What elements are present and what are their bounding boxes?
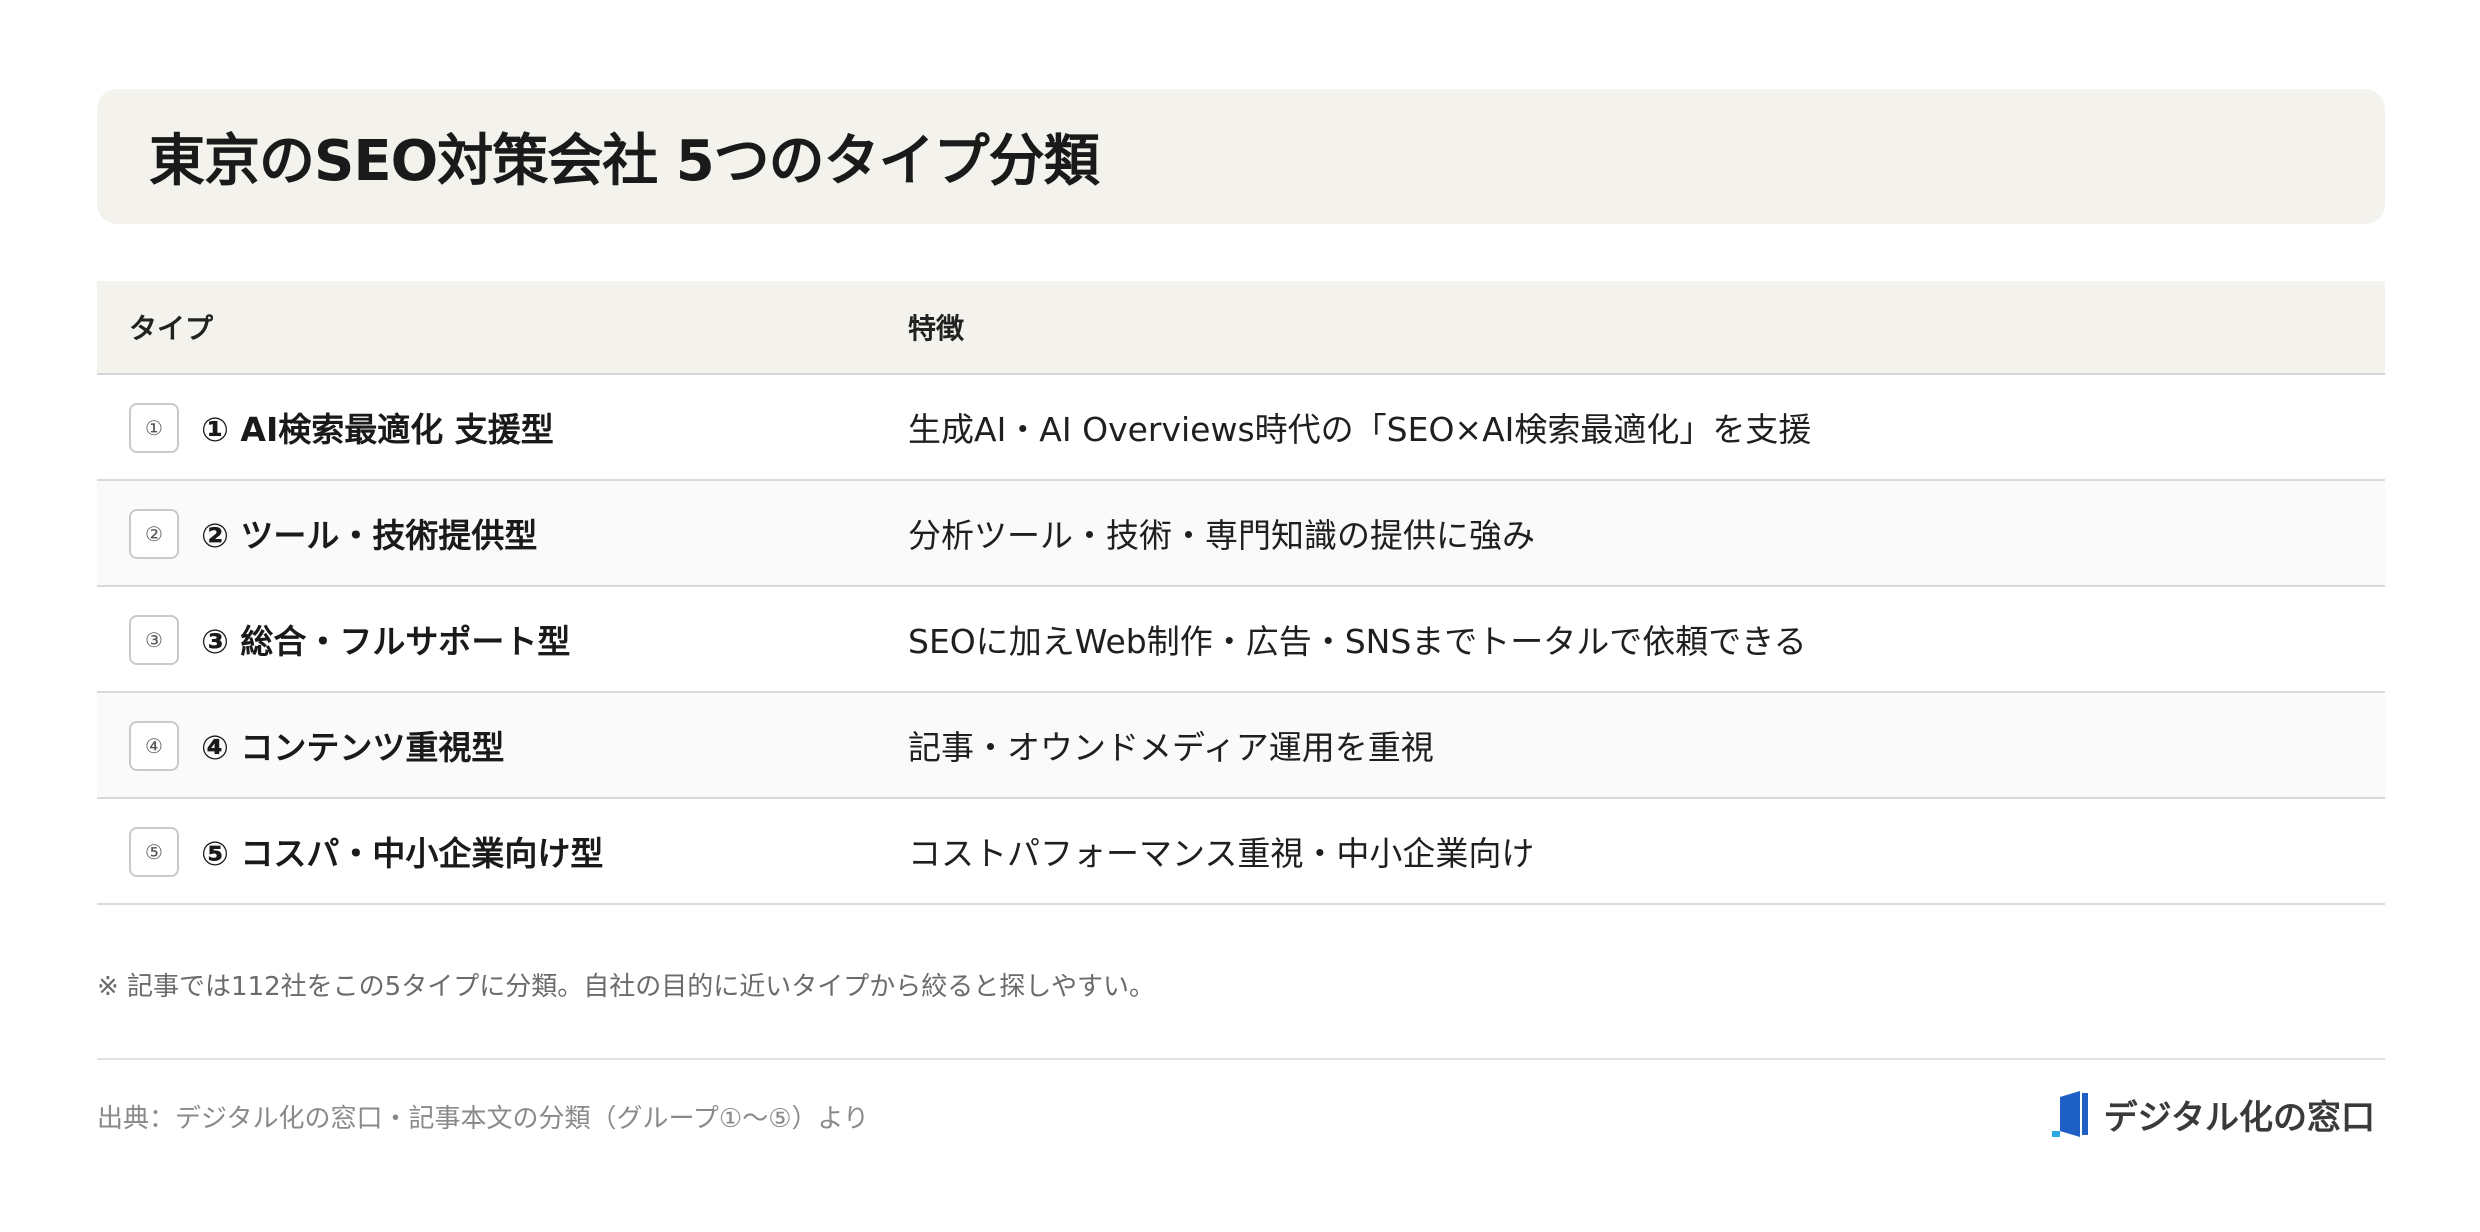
brand-name: デジタル化の窓口 [2103,1098,2375,1138]
page-title: 東京のSEO対策会社 5つのタイプ分類 [149,129,1100,194]
number-badge: ② [129,509,179,559]
table-row: ① ① AI検索最適化 支援型 生成AI・AI Overviews時代の「SEO… [97,375,2385,481]
type-table: タイプ 特徴 ① ① AI検索最適化 支援型 生成AI・AI Overviews… [97,281,2385,905]
title-banner: 東京のSEO対策会社 5つのタイプ分類 [97,89,2385,224]
type-feature: SEOに加えWeb制作・広告・SNSまでトータルで依頼できる [908,622,1807,661]
number-badge: ⑤ [129,827,179,877]
source-credit: 出典：デジタル化の窓口・記事本文の分類（グループ①〜⑤）より [97,1104,870,1134]
header-type: タイプ [129,312,214,345]
table-row: ② ② ツール・技術提供型 分析ツール・技術・専門知識の提供に強み [97,481,2385,587]
type-name: ③ 総合・フルサポート型 [201,622,571,661]
divider [97,1058,2385,1060]
type-name: ⑤ コスパ・中小企業向け型 [201,834,604,873]
header-feature: 特徴 [908,312,965,345]
footnote: ※ 記事では112社をこの5タイプに分類。自社の目的に近いタイプから絞ると探しや… [97,972,1155,1002]
table-row: ③ ③ 総合・フルサポート型 SEOに加えWeb制作・広告・SNSまでトータルで… [97,587,2385,693]
table-header: タイプ 特徴 [97,281,2385,375]
type-feature: 記事・オウンドメディア運用を重視 [908,728,1434,767]
type-name: ② ツール・技術提供型 [201,516,538,555]
type-feature: 生成AI・AI Overviews時代の「SEO×AI検索最適化」を支援 [908,410,1812,449]
number-badge: ④ [129,721,179,771]
table-row: ⑤ ⑤ コスパ・中小企業向け型 コストパフォーマンス重視・中小企業向け [97,799,2385,905]
type-feature: コストパフォーマンス重視・中小企業向け [908,834,1535,873]
number-badge: ① [129,403,179,453]
brand-logo: デジタル化の窓口 [2050,1090,2375,1139]
type-name: ④ コンテンツ重視型 [201,728,505,767]
table-row: ④ ④ コンテンツ重視型 記事・オウンドメディア運用を重視 [97,693,2385,799]
type-name: ① AI検索最適化 支援型 [201,410,554,449]
number-badge: ③ [129,615,179,665]
window-logo-icon [2051,1090,2088,1137]
type-feature: 分析ツール・技術・専門知識の提供に強み [908,516,1535,555]
